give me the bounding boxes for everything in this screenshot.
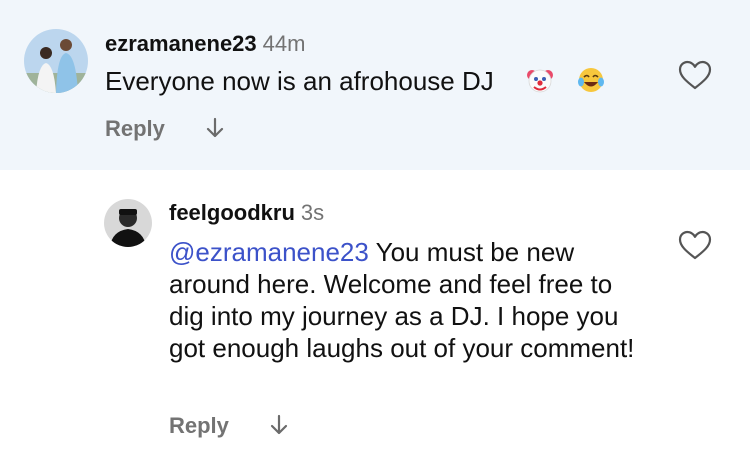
clown-face-emoji (525, 65, 555, 95)
reply-item: feelgoodkru 3s @ezramanene23 You must be … (0, 170, 750, 457)
arrow-down-icon[interactable] (269, 413, 289, 437)
heart-icon[interactable] (678, 230, 712, 260)
reply-button[interactable]: Reply (169, 413, 229, 438)
comment-actions: Reply (169, 413, 289, 439)
comment-actions: Reply (105, 116, 225, 142)
comment-text: Everyone now is an afrohouse DJ (105, 65, 606, 97)
timestamp: 3s (300, 200, 325, 225)
comment-meta: feelgoodkru 3s (169, 200, 324, 226)
username[interactable]: feelgoodkru (169, 200, 295, 225)
avatar[interactable] (104, 199, 152, 247)
heart-icon[interactable] (678, 60, 712, 90)
arrow-down-icon[interactable] (205, 116, 225, 140)
comment-item: ezramanene23 44m Everyone now is an afroh… (0, 0, 750, 170)
face-with-tears-of-joy-emoji (576, 65, 606, 95)
comment-meta: ezramanene23 44m (105, 31, 305, 57)
avatar[interactable] (24, 29, 88, 93)
mention-link[interactable]: @ezramanene23 (169, 237, 369, 267)
timestamp: 44m (262, 31, 306, 56)
username[interactable]: ezramanene23 (105, 31, 257, 56)
comment-text: @ezramanene23 You must be new around her… (169, 236, 649, 364)
comment-body: Everyone now is an afrohouse DJ (105, 66, 494, 96)
reply-button[interactable]: Reply (105, 116, 165, 141)
